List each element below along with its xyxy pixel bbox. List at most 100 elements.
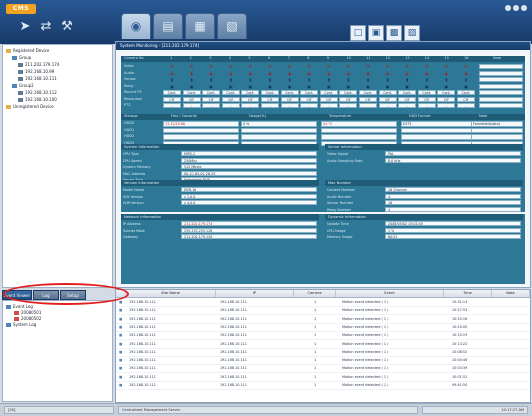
tab-playback[interactable]: ▦ <box>185 13 215 39</box>
status-cell: - <box>241 103 260 108</box>
log-column-header[interactable]: Note <box>492 290 530 297</box>
info-label: Audio Sampling Rate <box>327 158 363 163</box>
info-row: H/W Version v 4.0.0 <box>121 200 319 206</box>
log-row[interactable]: ■ 192.168.10.111 192.168.10.111 1 Motion eve… <box>116 332 530 341</box>
note-cell <box>479 103 523 108</box>
info-value: 60/12 <box>385 234 521 239</box>
event-icon: ■ <box>119 341 123 346</box>
tree-item[interactable]: 211.202.179.174 <box>18 62 59 68</box>
log-row[interactable]: ■ 192.168.10.111 192.168.10.111 1 Motion eve… <box>116 374 530 382</box>
tree-item[interactable]: 192.168.10.99 <box>18 69 54 75</box>
group-icon <box>12 84 17 88</box>
dvr-icon <box>18 63 23 67</box>
log-column-header[interactable]: Event <box>336 290 444 297</box>
fullscreen-button[interactable]: ▨ <box>404 25 420 41</box>
info-value: 16 <box>385 200 521 205</box>
log-time: 10:01:52 <box>452 374 468 379</box>
status-cell: Cont. <box>378 90 397 95</box>
log-row[interactable]: ■ 192.168.10.111 192.168.10.111 1 Motion eve… <box>116 307 530 316</box>
info-label: Audio Number <box>327 194 352 199</box>
storage-cell: EXT3 <box>401 121 477 127</box>
tab-monitor[interactable]: ◉ <box>121 13 151 39</box>
status-cell: ⟳ <box>366 64 370 69</box>
status-cell: CIF <box>378 96 397 102</box>
status-cell: Cont. <box>300 90 319 95</box>
status-cell: ▣ <box>228 83 233 89</box>
camera-number: 8 <box>307 56 310 60</box>
event-tab[interactable]: Event Viewer <box>2 290 32 300</box>
camera-number: 10 <box>346 56 351 60</box>
maximize-icon[interactable] <box>513 5 519 11</box>
event-tab[interactable]: Setup <box>60 290 86 300</box>
settings-icon[interactable]: ⚒ <box>58 19 76 35</box>
log-event: Motion event detected ( 1 ) <box>342 324 389 329</box>
minimize-icon[interactable] <box>505 5 511 11</box>
status-cell: Cont. <box>359 90 377 95</box>
event-tab[interactable]: Log <box>33 290 59 300</box>
tree-item[interactable]: Registered Device <box>6 48 49 54</box>
tree-item[interactable]: Group <box>12 55 31 61</box>
info-value: 1 % <box>385 227 521 233</box>
app-logo: CMS <box>6 4 36 14</box>
log-time: 10:15:19 <box>452 333 468 338</box>
tab-record[interactable]: ▤ <box>153 13 183 39</box>
tree-item[interactable]: Unregistered Device <box>6 104 54 110</box>
storage-cell <box>163 127 239 133</box>
status-cell: Cont. <box>182 90 201 95</box>
connect-icon[interactable]: ➤ <box>16 19 34 35</box>
grid-view-button[interactable]: ▩ <box>386 25 402 41</box>
status-center: Centralized Management Server <box>118 406 418 414</box>
event-tree-item[interactable]: System Log <box>6 322 36 328</box>
info-label: Relay Number <box>327 207 352 212</box>
log-row[interactable]: ■ 192.168.10.111 192.168.10.111 1 Motion eve… <box>116 365 530 374</box>
log-row[interactable]: ■ 192.168.10.111 192.168.10.111 1 Motion eve… <box>116 357 530 366</box>
log-column-header[interactable]: IP <box>216 290 294 297</box>
status-cell: ▮ <box>288 77 291 82</box>
tree-item[interactable]: 192.168.10.111 <box>18 76 57 82</box>
single-view-icon: □ <box>353 28 363 38</box>
status-cell: ◆ <box>229 70 233 76</box>
log-ip: 192.168.10.111 <box>220 308 247 313</box>
tree-item-label: Unregistered Device <box>13 104 54 109</box>
log-event: Motion event detected ( 1 ) <box>342 366 389 371</box>
quad-view-button[interactable]: ▣ <box>368 25 384 41</box>
info-value: v 1.0.0 <box>181 193 317 199</box>
log-column-header[interactable]: Site Name <box>126 290 216 297</box>
tree-item-label: Group2 <box>19 83 34 88</box>
camera-no-label: Camera No <box>124 56 144 60</box>
log-row[interactable]: ■ 192.168.10.111 192.168.10.111 1 Motion eve… <box>116 299 530 307</box>
tree-item[interactable]: Group2 <box>12 83 34 89</box>
log-ip: 192.168.10.111 <box>220 366 247 371</box>
status-cell: Cont. <box>261 90 279 95</box>
tab-config[interactable]: ▧ <box>217 13 247 39</box>
log-row[interactable]: ■ 192.168.10.111 192.168.10.111 1 Motion eve… <box>116 382 530 390</box>
info-value: v 4.0.0 <box>181 200 317 205</box>
status-row-label: Resolution <box>124 96 143 101</box>
log-site: 192.168.10.111 <box>129 324 156 329</box>
event-icon: ■ <box>119 366 123 371</box>
close-icon[interactable] <box>521 5 527 11</box>
log-column-header[interactable] <box>116 290 126 297</box>
info-label: CPU Speed <box>123 158 142 163</box>
fullscreen-icon: ▨ <box>407 28 417 38</box>
disconnect-icon[interactable]: ⇄ <box>37 19 55 35</box>
event-icon: ■ <box>119 349 123 354</box>
storage-cell: 11,11/15.88 <box>163 121 239 127</box>
log-ip: 192.168.10.111 <box>220 333 247 338</box>
status-cell: - <box>300 103 319 108</box>
log-column-header[interactable]: Camera <box>294 290 336 297</box>
note-cell <box>479 90 523 95</box>
log-row[interactable]: ■ 192.168.10.111 192.168.10.111 1 Motion eve… <box>116 341 530 349</box>
tree-item[interactable]: 192.168.10.112 <box>18 90 57 96</box>
status-cell: - <box>339 103 358 108</box>
single-view-button[interactable]: □ <box>350 25 366 41</box>
event-icon: ■ <box>119 324 123 329</box>
log-row[interactable]: ■ 192.168.10.111 192.168.10.111 1 Motion eve… <box>116 324 530 332</box>
log-time: 10:08:52 <box>452 349 468 354</box>
camera-number: 5 <box>248 56 251 60</box>
status-cell: ⟳ <box>209 64 213 69</box>
tree-item[interactable]: 192.168.10.100 <box>18 97 57 103</box>
log-row[interactable]: ■ 192.168.10.111 192.168.10.111 1 Motion eve… <box>116 349 530 357</box>
log-column-header[interactable]: Time <box>444 290 492 297</box>
log-row[interactable]: ■ 192.168.10.111 192.168.10.111 1 Motion eve… <box>116 316 530 324</box>
